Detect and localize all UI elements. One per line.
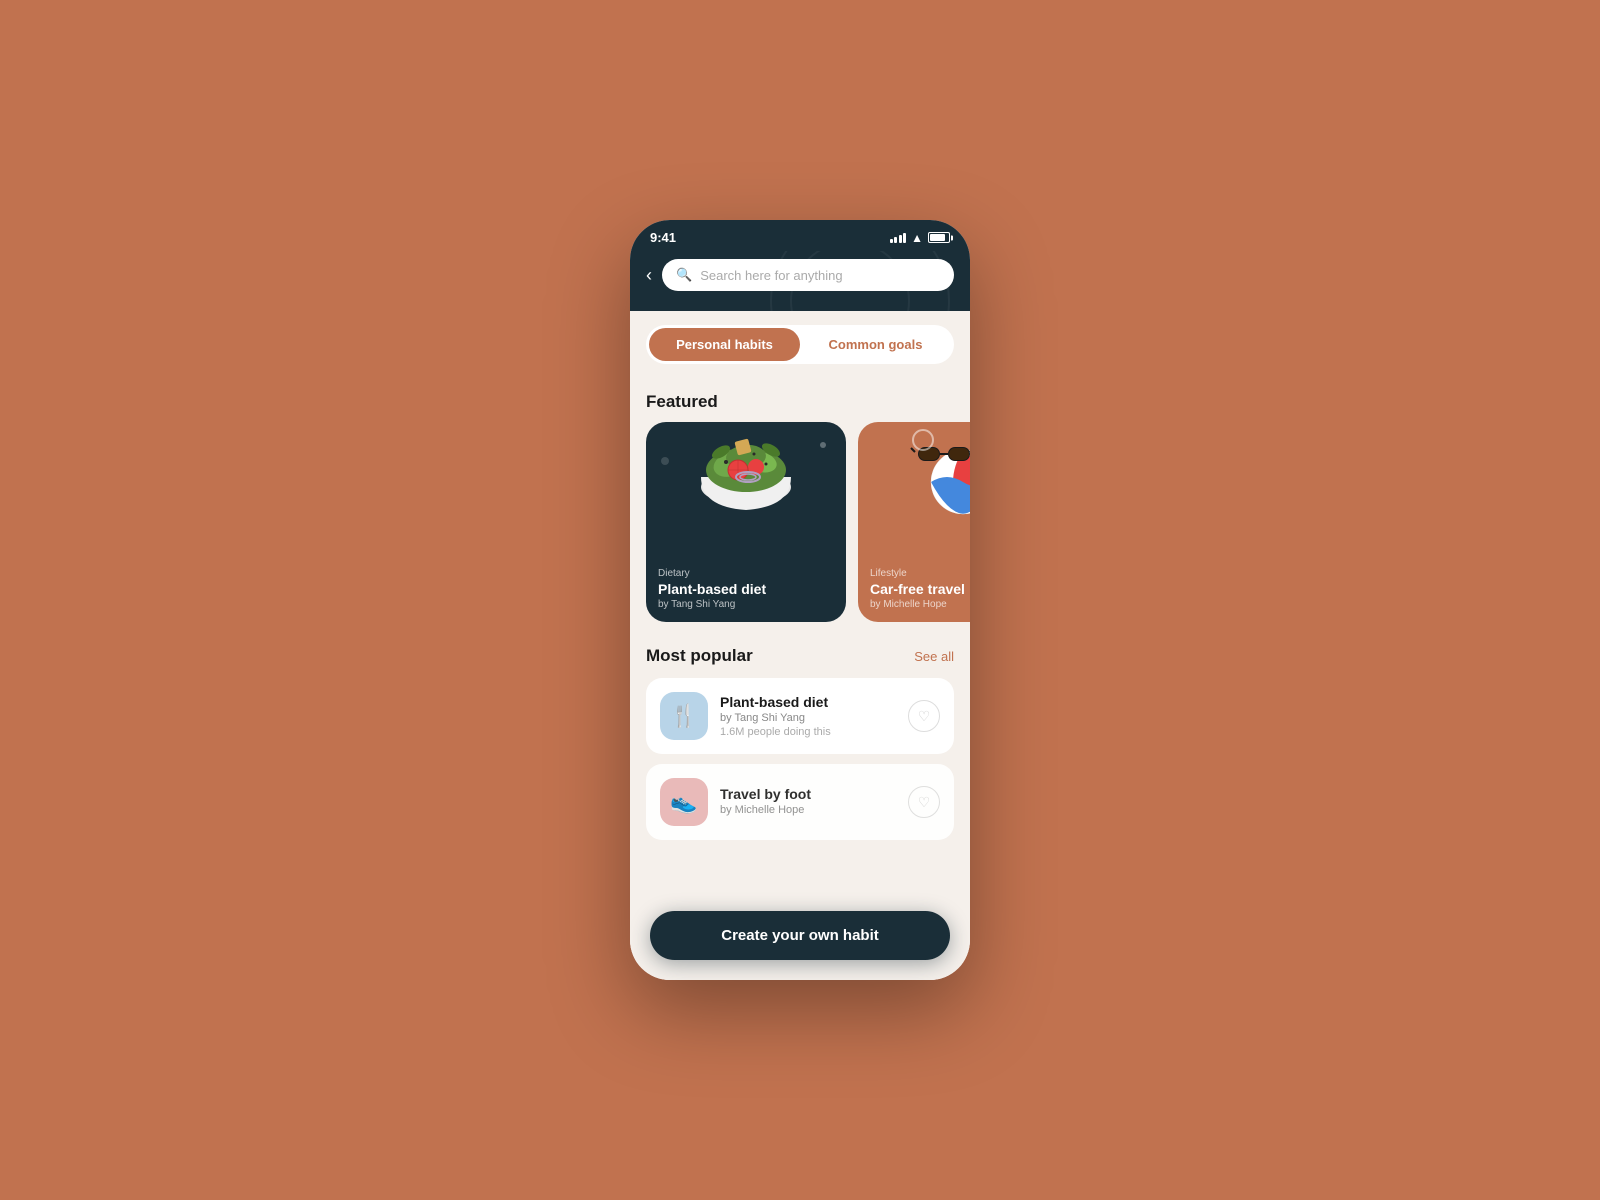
battery-icon xyxy=(928,232,950,243)
featured-card-2[interactable]: Lifestyle Car-free travel by Michelle Ho… xyxy=(858,422,970,622)
habit-info-1: Plant-based diet by Tang Shi Yang 1.6M p… xyxy=(720,694,896,738)
main-content: Featured xyxy=(630,378,970,980)
salad-illustration xyxy=(676,422,816,532)
search-row: ‹ 🔍 Search here for anything xyxy=(646,259,954,291)
habit-author-2: by Michelle Hope xyxy=(720,804,896,816)
tab-personal-habits[interactable]: Personal habits xyxy=(649,328,800,361)
card-1-bottom: Dietary Plant-based diet by Tang Shi Yan… xyxy=(646,556,846,622)
most-popular-title: Most popular xyxy=(646,646,753,666)
card-1-title: Plant-based diet xyxy=(658,581,834,597)
header: ‹ 🔍 Search here for anything xyxy=(630,251,970,311)
beach-illustration xyxy=(893,422,970,532)
habit-name-1: Plant-based diet xyxy=(720,694,896,710)
featured-card-1[interactable]: Dietary Plant-based diet by Tang Shi Yan… xyxy=(646,422,846,622)
back-button[interactable]: ‹ xyxy=(646,265,652,286)
habit-count-1: 1.6M people doing this xyxy=(720,726,896,738)
see-all-button[interactable]: See all xyxy=(914,649,954,664)
most-popular-header: Most popular See all xyxy=(630,638,970,678)
create-habit-button[interactable]: Create your own habit xyxy=(650,911,950,960)
card-1-author: by Tang Shi Yang xyxy=(658,599,834,610)
status-bar: 9:41 ▲ xyxy=(630,220,970,251)
habit-item-1[interactable]: 🍴 Plant-based diet by Tang Shi Yang 1.6M… xyxy=(646,678,954,754)
habit-icon-1: 🍴 xyxy=(660,692,708,740)
heart-button-1[interactable]: ♡ xyxy=(908,700,940,732)
fork-icon: 🍴 xyxy=(670,703,697,729)
status-icons: ▲ xyxy=(890,231,950,245)
habit-item-2[interactable]: 👟 Travel by foot by Michelle Hope ♡ xyxy=(646,764,954,840)
habit-info-2: Travel by foot by Michelle Hope xyxy=(720,786,896,818)
card-2-category: Lifestyle xyxy=(870,568,970,579)
card-2-title: Car-free travel xyxy=(870,581,970,597)
tabs-section: Personal habits Common goals xyxy=(630,311,970,378)
search-icon: 🔍 xyxy=(676,267,692,283)
status-time: 9:41 xyxy=(650,230,676,245)
search-bar[interactable]: 🔍 Search here for anything xyxy=(662,259,954,291)
signal-icon xyxy=(890,233,907,243)
habit-icon-2: 👟 xyxy=(660,778,708,826)
habit-author-1: by Tang Shi Yang xyxy=(720,712,896,724)
featured-scroll[interactable]: Dietary Plant-based diet by Tang Shi Yan… xyxy=(630,422,970,638)
search-placeholder: Search here for anything xyxy=(700,268,842,283)
phone-frame: 9:41 ▲ ‹ 🔍 Search here for anything xyxy=(630,220,970,980)
tabs-container: Personal habits Common goals xyxy=(646,325,954,364)
wifi-icon: ▲ xyxy=(911,231,923,245)
habit-name-2: Travel by foot xyxy=(720,786,896,802)
card-2-author: by Michelle Hope xyxy=(870,599,970,610)
tab-common-goals[interactable]: Common goals xyxy=(800,328,951,361)
heart-button-2[interactable]: ♡ xyxy=(908,786,940,818)
card-2-bottom: Lifestyle Car-free travel by Michelle Ho… xyxy=(858,556,970,622)
cta-container: Create your own habit xyxy=(650,911,950,960)
featured-title: Featured xyxy=(630,378,970,422)
shoe-icon: 👟 xyxy=(670,789,697,815)
card-1-category: Dietary xyxy=(658,568,834,579)
